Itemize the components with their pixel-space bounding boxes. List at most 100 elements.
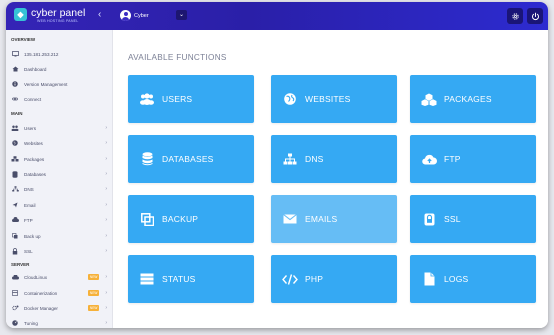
- database-icon: [139, 151, 155, 167]
- paper-plane-icon: [11, 202, 19, 208]
- globe-icon: [11, 140, 19, 146]
- sidebar-item-label: Connect: [24, 96, 42, 102]
- sidebar-item-ip: 135.181.253.212: [11, 49, 107, 59]
- sidebar-item-dashboard[interactable]: Dashboard: [11, 64, 107, 74]
- app-tagline: WEB HOSTING PANEL: [37, 19, 79, 23]
- sidebar-item-containerization[interactable]: Containerization NEW ›: [11, 288, 107, 298]
- logo[interactable]: ◆ cyber panel WEB HOSTING PANEL: [14, 8, 85, 23]
- logout-button[interactable]: [527, 8, 543, 24]
- app-title: cyber panel: [31, 7, 86, 19]
- user-name: Cyber: [134, 12, 149, 19]
- chevron-right-icon: ›: [105, 248, 107, 254]
- tile-label: EMAILS: [305, 214, 338, 224]
- globe-icon: [282, 91, 298, 107]
- sidebar-item-cloudlinux[interactable]: CloudLinux NEW ›: [11, 272, 107, 282]
- sidebar-item-label: Email: [24, 202, 36, 208]
- tile-label: PHP: [305, 274, 324, 284]
- user-dropdown-chevron-icon[interactable]: ⌄: [176, 10, 187, 20]
- sitemap-icon: [282, 151, 298, 167]
- sidebar-item-ftp[interactable]: FTP ›: [11, 215, 107, 225]
- sidebar-item-docker-manager[interactable]: Docker Manager NEW ›: [11, 303, 107, 313]
- new-badge: NEW: [87, 305, 100, 311]
- users-icon: [11, 125, 19, 131]
- lock-icon: [11, 247, 19, 255]
- sidebar-item-label: Docker Manager: [24, 305, 58, 311]
- gear-icon: [511, 12, 519, 20]
- sidebar-item-websites[interactable]: Websites ›: [11, 138, 107, 148]
- sidebar-item-connect[interactable]: Connect: [11, 94, 107, 104]
- sidebar-item-label: Packages: [24, 156, 45, 162]
- logo-icon: ◆: [14, 8, 27, 21]
- tile-logs[interactable]: LOGS: [410, 255, 536, 303]
- sidebar-item-label: Containerization: [24, 290, 58, 296]
- sidebar-item-label: DNS: [24, 186, 34, 192]
- sidebar-item-label: Databases: [24, 171, 46, 177]
- settings-button[interactable]: [507, 8, 523, 24]
- chevron-right-icon: ›: [105, 156, 107, 162]
- tile-status[interactable]: STATUS: [128, 255, 254, 303]
- tile-label: DNS: [305, 154, 324, 164]
- user-menu[interactable]: Cyber: [120, 10, 149, 21]
- tile-label: SSL: [444, 214, 461, 224]
- sitemap-icon: [11, 186, 19, 192]
- database-icon: [11, 170, 19, 178]
- section-server: SERVER: [11, 262, 30, 267]
- sidebar-item-version-management[interactable]: Version Management: [11, 79, 107, 89]
- main-content: AVAILABLE FUNCTIONS USERS WEBSITES PACKA…: [113, 30, 548, 328]
- file-icon: [421, 271, 437, 287]
- copy-icon: [139, 211, 155, 227]
- tile-websites[interactable]: WEBSITES: [271, 75, 397, 123]
- tile-label: DATABASES: [162, 154, 214, 164]
- sidebar-item-label: Back up: [24, 233, 41, 239]
- tile-label: BACKUP: [162, 214, 199, 224]
- tile-ftp[interactable]: FTP: [410, 135, 536, 183]
- info-icon: [11, 81, 19, 87]
- chevron-right-icon: ›: [105, 186, 107, 192]
- tile-backup[interactable]: BACKUP: [128, 195, 254, 243]
- power-icon: [531, 12, 539, 20]
- tile-label: LOGS: [444, 274, 469, 284]
- copy-icon: [11, 233, 19, 239]
- sidebar-item-ssl[interactable]: SSL ›: [11, 246, 107, 256]
- sidebar-item-tuning[interactable]: Tuning ›: [11, 318, 107, 328]
- tile-ssl[interactable]: SSL: [410, 195, 536, 243]
- sidebar-item-label: FTP: [24, 217, 33, 223]
- cubes-icon: [421, 91, 437, 107]
- sidebar-item-databases[interactable]: Databases ›: [11, 169, 107, 179]
- tile-dns[interactable]: DNS: [271, 135, 397, 183]
- cogs-icon: [11, 305, 19, 311]
- tile-label: PACKAGES: [444, 94, 492, 104]
- chevron-right-icon: ›: [105, 217, 107, 223]
- cloud-upload-icon: [11, 217, 19, 223]
- home-icon: [11, 66, 19, 72]
- link-icon: [11, 96, 19, 102]
- sidebar-item-label: Websites: [24, 140, 43, 146]
- chevron-right-icon: ›: [105, 290, 107, 296]
- tile-users[interactable]: USERS: [128, 75, 254, 123]
- cloud-icon: [11, 274, 19, 280]
- ip-address: 135.181.253.212: [24, 51, 59, 57]
- sidebar-item-users[interactable]: Users ›: [11, 123, 107, 133]
- sidebar-item-label: Dashboard: [24, 66, 47, 72]
- chevron-right-icon: ›: [105, 202, 107, 208]
- sidebar-item-dns[interactable]: DNS ›: [11, 184, 107, 194]
- new-badge: NEW: [87, 290, 100, 296]
- tile-label: WEBSITES: [305, 94, 351, 104]
- tile-php[interactable]: PHP: [271, 255, 397, 303]
- sidebar-item-packages[interactable]: Packages ›: [11, 154, 107, 164]
- tile-databases[interactable]: DATABASES: [128, 135, 254, 183]
- chevron-right-icon: ›: [105, 305, 107, 311]
- tile-emails[interactable]: EMAILS: [271, 195, 397, 243]
- sidebar-item-backup[interactable]: Back up ›: [11, 231, 107, 241]
- collapse-sidebar-icon[interactable]: ‹: [98, 9, 101, 21]
- chevron-right-icon: ›: [105, 320, 107, 326]
- cubes-icon: [11, 156, 19, 162]
- section-overview: OVERVIEW: [11, 37, 36, 42]
- sidebar-item-email[interactable]: Email ›: [11, 200, 107, 210]
- chevron-right-icon: ›: [105, 125, 107, 131]
- sidebar: OVERVIEW 135.181.253.212 Dashboard Versi…: [6, 30, 113, 328]
- cloud-upload-icon: [421, 151, 437, 167]
- lock-icon: [421, 211, 437, 227]
- tile-packages[interactable]: PACKAGES: [410, 75, 536, 123]
- app-window: ◆ cyber panel WEB HOSTING PANEL ‹ Cyber …: [6, 2, 548, 328]
